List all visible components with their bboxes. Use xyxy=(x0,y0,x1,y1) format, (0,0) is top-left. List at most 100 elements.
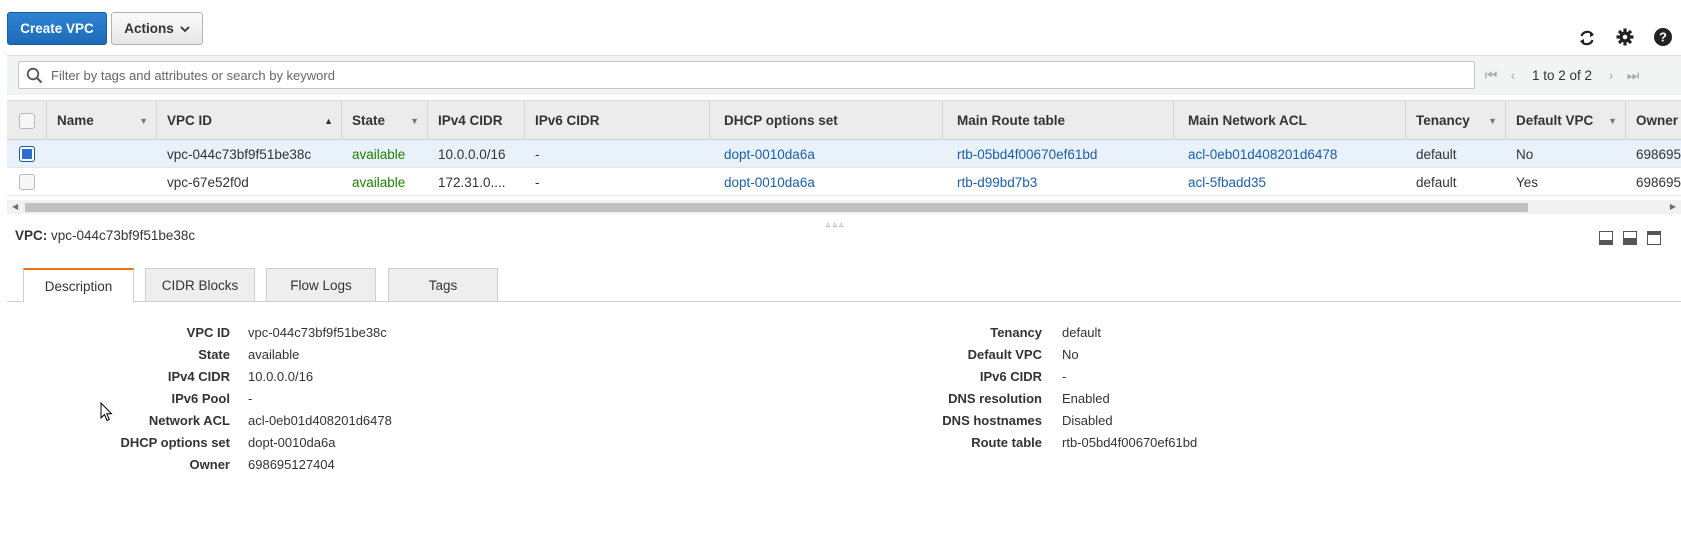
last-page-icon[interactable]: ⏭ xyxy=(1622,67,1644,84)
details-title-label: VPC: xyxy=(15,228,48,243)
col-vpc-id-label: VPC ID xyxy=(167,113,213,128)
cell-state: available xyxy=(352,146,406,162)
detail-value: 10.0.0.0/16 xyxy=(248,369,314,384)
route-table-link[interactable]: rtb-05bd4f00670ef61bd xyxy=(1062,432,1197,454)
cell-network-acl-link[interactable]: acl-0eb01d408201d6478 xyxy=(1174,140,1406,168)
search-input[interactable] xyxy=(49,62,1449,88)
col-name[interactable]: Name ▼ xyxy=(47,101,157,140)
detail-value: Disabled xyxy=(1062,413,1113,428)
cell-ipv6: - xyxy=(535,174,540,190)
detail-value: 698695127404 xyxy=(248,457,335,472)
svg-text:?: ? xyxy=(1659,30,1667,45)
detail-label: Network ACL xyxy=(148,413,230,428)
pager-text: 1 to 2 of 2 xyxy=(1532,67,1593,83)
detail-value: vpc-044c73bf9f51be38c xyxy=(248,325,387,340)
table-row[interactable]: vpc-044c73bf9f51be38c available 10.0.0.0… xyxy=(7,140,1681,168)
table-row[interactable]: vpc-67e52f0d available 172.31.0.... - do… xyxy=(7,168,1681,196)
details-title: VPC: vpc-044c73bf9f51be38c xyxy=(15,228,195,243)
tab-description[interactable]: Description xyxy=(23,268,134,303)
cell-state: available xyxy=(352,174,406,190)
col-ipv6[interactable]: IPv6 CIDR xyxy=(525,101,710,140)
col-state-label: State xyxy=(352,113,386,128)
tab-flow-logs[interactable]: Flow Logs xyxy=(266,268,376,302)
col-default-vpc[interactable]: Default VPC ▼ xyxy=(1506,101,1626,140)
mouse-cursor-icon xyxy=(100,401,114,425)
search-box[interactable] xyxy=(18,61,1475,89)
detail-label: DNS resolution xyxy=(948,391,1042,406)
network-acl-link[interactable]: acl-0eb01d408201d6478 xyxy=(248,410,392,432)
tab-tags[interactable]: Tags xyxy=(388,268,498,302)
col-name-label: Name xyxy=(57,113,94,128)
cell-dhcp-link[interactable]: dopt-0010da6a xyxy=(710,168,943,196)
detail-value: - xyxy=(248,391,253,406)
select-all-cell xyxy=(7,101,47,140)
actions-dropdown-button[interactable]: Actions xyxy=(111,12,203,45)
detail-row: IPv4 CIDR 10.0.0.0/16 xyxy=(60,366,460,388)
row-checkbox[interactable] xyxy=(19,146,35,162)
gear-icon[interactable] xyxy=(1614,26,1636,48)
detail-row: IPv6 Pool - xyxy=(60,388,460,410)
cell-name xyxy=(47,140,157,168)
tab-cidr-blocks[interactable]: CIDR Blocks xyxy=(145,268,255,302)
sort-down-icon: ▼ xyxy=(1608,115,1617,126)
search-icon xyxy=(26,67,43,87)
col-vpc-id[interactable]: VPC ID ▲ xyxy=(157,101,342,140)
detail-row: DNS resolution Enabled xyxy=(840,388,1340,410)
resize-handle-icon[interactable]: ▵▵▵ xyxy=(826,219,846,230)
detail-row: DHCP options set dopt-0010da6a xyxy=(60,432,460,454)
cell-ipv4: 172.31.0.... xyxy=(438,174,506,190)
col-dhcp-label: DHCP options set xyxy=(724,113,838,128)
chevron-down-icon xyxy=(180,21,190,36)
col-route-table-label: Main Route table xyxy=(957,113,1066,128)
select-all-checkbox[interactable] xyxy=(19,112,35,129)
panel-bottom-icon[interactable] xyxy=(1599,231,1613,245)
first-page-icon[interactable]: ⏮ xyxy=(1480,67,1502,84)
detail-label: IPv6 Pool xyxy=(171,391,230,406)
sort-down-icon: ▼ xyxy=(1488,115,1497,126)
prev-page-icon[interactable]: ‹ xyxy=(1502,67,1524,83)
help-icon[interactable]: ? xyxy=(1652,26,1674,48)
col-dhcp[interactable]: DHCP options set xyxy=(710,101,943,140)
cell-owner: 698695 xyxy=(1636,174,1681,190)
detail-label: DHCP options set xyxy=(120,435,230,450)
details-title-value: vpc-044c73bf9f51be38c xyxy=(51,228,196,243)
panel-half-icon[interactable] xyxy=(1623,231,1637,245)
tabs-baseline xyxy=(7,301,1681,302)
col-owner[interactable]: Owner xyxy=(1626,101,1681,140)
detail-label: State xyxy=(198,347,230,362)
cell-route-table-link[interactable]: rtb-05bd4f00670ef61bd xyxy=(943,140,1174,168)
cell-owner: 698695 xyxy=(1636,146,1681,162)
col-ipv6-label: IPv6 CIDR xyxy=(535,113,600,128)
horizontal-scrollbar[interactable]: ◀ ▶ xyxy=(7,200,1681,214)
cell-route-table-link[interactable]: rtb-d99bd7b3 xyxy=(943,168,1174,196)
col-owner-label: Owner xyxy=(1636,113,1679,128)
cell-dhcp-link[interactable]: dopt-0010da6a xyxy=(710,140,943,168)
detail-label: DNS hostnames xyxy=(942,413,1042,428)
col-network-acl-label: Main Network ACL xyxy=(1188,113,1307,128)
cell-default-vpc: Yes xyxy=(1516,174,1539,190)
row-checkbox-cell xyxy=(19,168,35,196)
scrollbar-thumb[interactable] xyxy=(25,203,1528,212)
scroll-left-icon[interactable]: ◀ xyxy=(12,200,18,214)
detail-row: VPC ID vpc-044c73bf9f51be38c xyxy=(60,322,460,344)
panel-full-icon[interactable] xyxy=(1647,231,1661,245)
refresh-icon[interactable] xyxy=(1576,27,1598,49)
cell-network-acl-link[interactable]: acl-5fbadd35 xyxy=(1174,168,1406,196)
col-route-table[interactable]: Main Route table xyxy=(943,101,1174,140)
col-ipv4[interactable]: IPv4 CIDR xyxy=(428,101,525,140)
col-ipv4-label: IPv4 CIDR xyxy=(438,113,503,128)
col-network-acl[interactable]: Main Network ACL xyxy=(1174,101,1406,140)
dhcp-options-link[interactable]: dopt-0010da6a xyxy=(248,432,335,454)
col-state[interactable]: State ▼ xyxy=(342,101,428,140)
scroll-right-icon[interactable]: ▶ xyxy=(1670,200,1676,214)
detail-label: Tenancy xyxy=(990,325,1042,340)
create-vpc-button[interactable]: Create VPC xyxy=(7,12,107,45)
col-tenancy[interactable]: Tenancy ▼ xyxy=(1406,101,1506,140)
next-page-icon[interactable]: › xyxy=(1600,67,1622,83)
detail-value: - xyxy=(1062,369,1067,384)
row-checkbox[interactable] xyxy=(19,174,35,190)
col-default-vpc-label: Default VPC xyxy=(1516,113,1594,128)
detail-label: Owner xyxy=(189,457,230,472)
detail-row: DNS hostnames Disabled xyxy=(840,410,1340,432)
col-tenancy-label: Tenancy xyxy=(1416,113,1470,128)
